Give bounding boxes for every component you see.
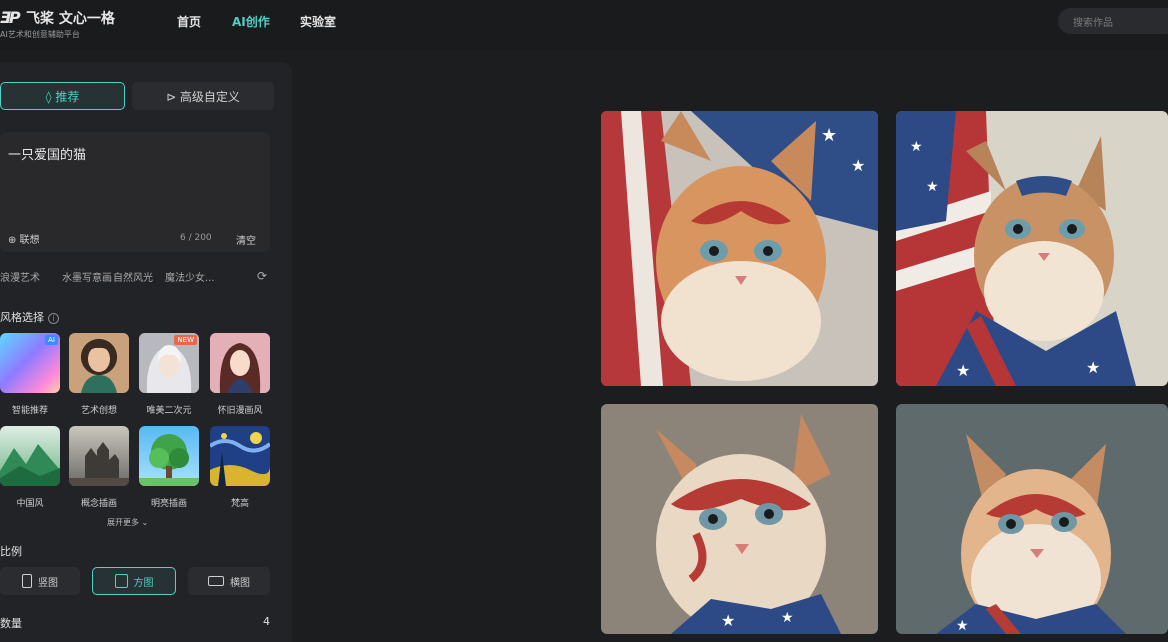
ratio-section-title: 比例 xyxy=(0,545,22,558)
result-image[interactable]: ★ xyxy=(896,404,1168,634)
suggestion-chip[interactable]: 浪漫艺术 xyxy=(0,269,40,284)
clear-button[interactable]: 清空 xyxy=(236,232,256,247)
search-input[interactable]: 搜索作品 xyxy=(1058,8,1168,34)
ai-badge: AI xyxy=(45,335,58,345)
style-card-art[interactable] xyxy=(69,333,129,393)
style-card-van-gogh[interactable] xyxy=(210,426,270,486)
svg-text:★: ★ xyxy=(721,611,735,630)
new-badge: NEW xyxy=(174,335,197,345)
portrait-ratio-icon xyxy=(22,574,32,588)
style-label: 中国风 xyxy=(16,499,44,509)
suggestion-chip[interactable]: 水墨写意画 xyxy=(62,269,112,284)
style-label: 明亮插画 xyxy=(150,499,187,509)
style-card-anime[interactable]: NEW xyxy=(139,333,199,393)
svg-text:★: ★ xyxy=(956,618,969,634)
prompt-input[interactable]: 一只爱国的猫 ⊕ 联想 6 / 200 清空 xyxy=(0,132,270,252)
associate-button[interactable]: ⊕ 联想 xyxy=(8,231,40,246)
quantity-label: 数量 xyxy=(0,617,22,630)
svg-text:★: ★ xyxy=(926,179,939,195)
style-label: 唯美二次元 xyxy=(146,406,192,416)
portrait-icon xyxy=(81,341,117,393)
nav-home[interactable]: 首页 xyxy=(177,13,201,30)
style-label: 概念插画 xyxy=(80,499,117,509)
logo-mark: ƎP xyxy=(0,8,21,27)
tab-recommend[interactable]: ◊ 推荐 xyxy=(0,82,125,110)
nav-lab[interactable]: 实验室 xyxy=(300,13,336,30)
ratio-square-button[interactable]: 方图 xyxy=(92,567,176,595)
style-card-retro-comic[interactable] xyxy=(210,333,270,393)
app-logo[interactable]: ƎP 飞桨 文心一格 AI艺术和创意辅助平台 xyxy=(0,4,150,44)
expand-more-button[interactable]: 展开更多 ⌄ xyxy=(107,517,148,528)
landscape-icon xyxy=(0,444,60,486)
style-card-bright[interactable] xyxy=(139,426,199,486)
suggestion-chip[interactable]: 自然风光 xyxy=(113,269,153,284)
style-label: 梵高 xyxy=(230,499,249,509)
app-tagline: AI艺术和创意辅助平台 xyxy=(0,30,80,39)
tree-icon xyxy=(139,434,199,486)
style-label: 智能推荐 xyxy=(11,406,48,416)
patriotic-cat-image: ★ ★ ★ ★ xyxy=(896,111,1168,386)
ratio-label: 横图 xyxy=(230,577,250,589)
quantity-value[interactable]: 4 xyxy=(263,615,270,628)
nav-ai-create[interactable]: AI创作 xyxy=(232,13,270,30)
comic-portrait-icon xyxy=(210,333,270,393)
style-card-chinese[interactable] xyxy=(0,426,60,486)
tab-advanced-custom[interactable]: ⊳ 高级自定义 xyxy=(132,82,274,110)
style-label: 怀旧漫画风 xyxy=(217,406,263,416)
result-image[interactable]: ★ ★ xyxy=(601,404,878,634)
style-card-smart[interactable]: AI xyxy=(0,333,60,393)
search-placeholder: 搜索作品 xyxy=(1073,18,1113,29)
svg-text:★: ★ xyxy=(851,156,865,175)
ratio-landscape-button[interactable]: 横图 xyxy=(188,567,270,595)
top-navigation-bar: ƎP 飞桨 文心一格 AI艺术和创意辅助平台 首页 AI创作 实验室 搜索作品 xyxy=(0,0,1168,50)
creation-sidebar: ◊ 推荐 ⊳ 高级自定义 一只爱国的猫 ⊕ 联想 6 / 200 清空 浪漫艺术… xyxy=(0,62,292,642)
patriotic-cat-image: ★ ★ xyxy=(601,404,878,634)
svg-text:★: ★ xyxy=(781,610,794,626)
castle-icon xyxy=(69,442,129,486)
patriotic-cat-image: ★★★ xyxy=(601,111,878,386)
patriotic-cat-image: ★ xyxy=(896,404,1168,634)
style-title-text: 风格选择 xyxy=(0,311,44,324)
style-section-title: 风格选择 i xyxy=(0,309,59,325)
ratio-label: 方图 xyxy=(133,577,154,589)
svg-text:★: ★ xyxy=(910,139,923,155)
suggestion-chip[interactable]: 魔法少女... xyxy=(165,269,215,284)
svg-text:★: ★ xyxy=(821,125,837,146)
char-count: 6 / 200 xyxy=(180,233,212,243)
ratio-portrait-button[interactable]: 竖图 xyxy=(0,567,80,595)
style-card-concept[interactable] xyxy=(69,426,129,486)
result-image[interactable]: ★ ★ ★ ★ xyxy=(896,111,1168,386)
app-name: 飞桨 文心一格 xyxy=(26,11,115,27)
starry-night-icon xyxy=(210,432,270,486)
svg-text:★: ★ xyxy=(1086,358,1100,377)
result-image[interactable]: ★★★ xyxy=(601,111,878,386)
refresh-icon[interactable]: ⟳ xyxy=(257,269,267,283)
info-icon[interactable]: i xyxy=(48,312,59,324)
ratio-label: 竖图 xyxy=(38,577,58,589)
prompt-suggestions: 浪漫艺术 水墨写意画 自然风光 魔法少女... ⟳ xyxy=(0,269,275,285)
square-ratio-icon xyxy=(114,574,128,588)
prompt-text[interactable]: 一只爱国的猫 xyxy=(8,144,86,163)
style-label: 艺术创想 xyxy=(80,406,117,416)
svg-text:★: ★ xyxy=(956,361,970,380)
landscape-ratio-icon xyxy=(208,576,224,586)
